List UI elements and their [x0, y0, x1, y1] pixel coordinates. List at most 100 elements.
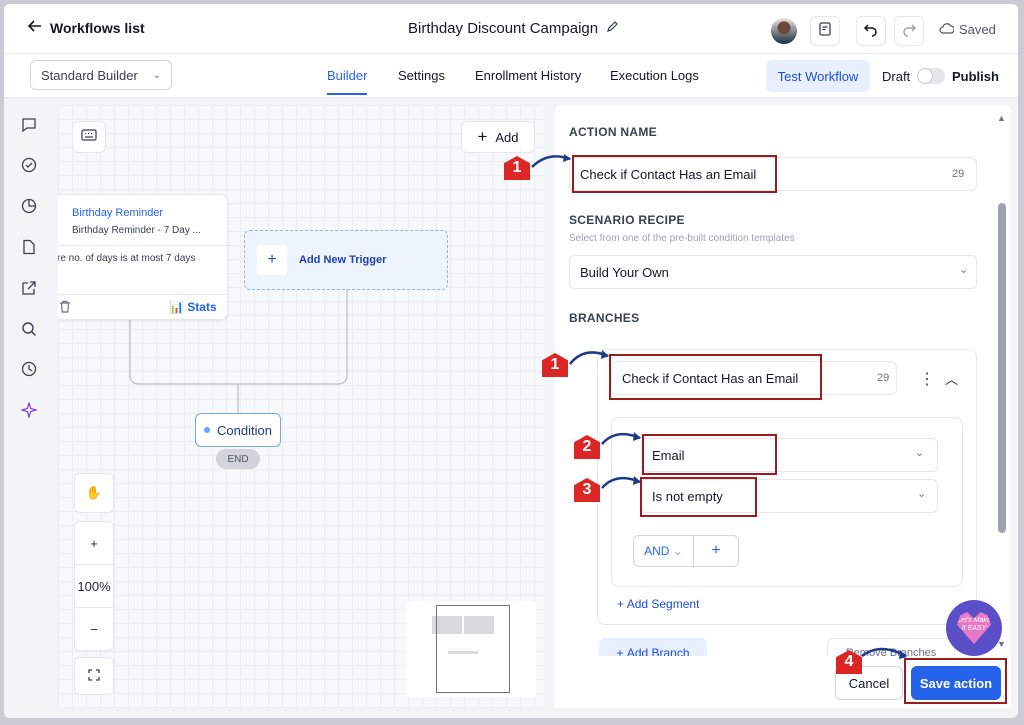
- action-name-heading: ACTION NAME: [569, 125, 657, 139]
- external-link-icon[interactable]: [20, 279, 38, 297]
- action-settings-panel: ACTION NAME Check if Contact Has an Emai…: [555, 105, 1011, 708]
- stats-link[interactable]: 📊 Stats: [169, 300, 217, 314]
- draft-label: Draft: [882, 69, 911, 84]
- pan-mode-button[interactable]: ✋: [74, 473, 114, 513]
- top-bar: Workflows list Birthday Discount Campaig…: [4, 4, 1018, 54]
- back-label: Workflows list: [50, 19, 145, 36]
- zoom-in-button[interactable]: +: [75, 522, 113, 565]
- bar-chart-icon: 📊: [169, 300, 184, 314]
- file-icon[interactable]: [20, 238, 38, 256]
- plus-icon: +: [257, 245, 287, 275]
- builder-type-value: Standard Builder: [41, 67, 138, 83]
- chevron-down-icon: ⌄: [959, 264, 969, 276]
- divider: [58, 245, 227, 246]
- arrow-left-icon: [27, 19, 42, 36]
- tab-builder[interactable]: Builder: [327, 68, 368, 95]
- trigger-card-birthday-reminder[interactable]: Birthday Reminder Birthday Reminder - 7 …: [58, 194, 228, 320]
- add-segment-link[interactable]: + Add Segment: [617, 597, 699, 611]
- scroll-up-icon[interactable]: ▲: [997, 113, 1006, 123]
- builder-type-select[interactable]: Standard Builder ⌄: [30, 60, 172, 90]
- highlight-box: [572, 155, 777, 193]
- highlight-box: [642, 434, 777, 475]
- trigger-title: Birthday Reminder: [72, 207, 164, 219]
- end-node: END: [216, 449, 260, 469]
- redo-button[interactable]: [894, 16, 924, 46]
- saved-status: Saved: [939, 22, 996, 37]
- scenario-recipe-select[interactable]: Build Your Own: [569, 255, 977, 289]
- cloud-check-icon: [939, 22, 955, 37]
- zoom-level: 100%: [75, 565, 113, 608]
- zoom-out-button[interactable]: −: [75, 608, 113, 651]
- action-name-char-count: 29: [952, 168, 965, 180]
- app-window: Workflows list Birthday Discount Campaig…: [4, 4, 1018, 718]
- avatar[interactable]: [771, 18, 797, 44]
- status-dot-icon: [204, 427, 211, 433]
- publish-toggle[interactable]: [917, 68, 945, 84]
- tab-enrollment-history[interactable]: Enrollment History: [475, 68, 581, 83]
- trigger-filter-text: re no. of days is at most 7 days: [58, 253, 196, 264]
- condition-label: Condition: [217, 422, 272, 438]
- stats-label: Stats: [187, 300, 217, 314]
- highlight-box: [640, 477, 757, 517]
- scenario-hint: Select from one of the pre-built conditi…: [569, 233, 795, 244]
- pencil-icon[interactable]: [606, 20, 619, 37]
- redo-icon: [901, 21, 917, 42]
- trash-icon[interactable]: [59, 300, 71, 316]
- comment-icon[interactable]: [20, 116, 38, 134]
- and-label: AND: [644, 544, 670, 558]
- pie-chart-icon[interactable]: [20, 197, 38, 215]
- condition-node[interactable]: Condition: [195, 413, 281, 447]
- test-workflow-button[interactable]: Test Workflow: [766, 60, 870, 92]
- arrow-icon: [569, 350, 609, 365]
- highlight-box: [609, 354, 822, 400]
- workflow-title-text: Birthday Discount Campaign: [408, 20, 599, 37]
- publish-label: Publish: [952, 69, 999, 84]
- check-circle-icon[interactable]: [20, 156, 38, 174]
- tab-settings[interactable]: Settings: [398, 68, 445, 83]
- sparkle-icon[interactable]: [20, 401, 38, 419]
- chevron-down-icon: ⌄: [672, 544, 683, 558]
- undo-button[interactable]: [856, 16, 886, 46]
- undo-icon: [863, 21, 879, 42]
- scrollbar[interactable]: [998, 203, 1006, 533]
- add-new-trigger-label: Add New Trigger: [299, 254, 387, 266]
- add-segment-label: Add Segment: [626, 597, 700, 611]
- more-vertical-icon[interactable]: ⋮: [919, 369, 935, 389]
- trigger-subtitle: Birthday Reminder - 7 Day ...: [72, 225, 201, 236]
- fit-view-button[interactable]: [74, 657, 114, 695]
- workflow-canvas[interactable]: + Add Birthday Reminder Birthday Reminde…: [58, 105, 544, 708]
- branches-heading: BRANCHES: [569, 311, 640, 325]
- scenario-value: Build Your Own: [580, 264, 669, 280]
- branch-name-char-count: 29: [877, 372, 890, 384]
- minimap-viewport[interactable]: [436, 605, 510, 693]
- logic-operator-group: AND ⌄ +: [633, 535, 739, 567]
- document-icon: [817, 21, 833, 42]
- arrow-icon: [531, 154, 571, 168]
- watermark-logo: Let's Make It EASY: [946, 600, 1002, 656]
- zoom-controls: + 100% −: [74, 521, 114, 651]
- add-condition-button[interactable]: +: [694, 542, 738, 560]
- tab-execution-logs[interactable]: Execution Logs: [610, 68, 699, 83]
- back-to-workflows-link[interactable]: Workflows list: [27, 19, 145, 36]
- add-new-trigger-card[interactable]: + Add New Trigger: [244, 230, 448, 290]
- minimap[interactable]: [406, 601, 536, 697]
- and-select[interactable]: AND ⌄: [634, 536, 694, 566]
- watermark-text: Let's Make It EASY: [957, 617, 991, 632]
- saved-label: Saved: [959, 22, 996, 37]
- arrow-icon: [861, 647, 907, 659]
- chevron-up-icon[interactable]: ︿: [945, 369, 958, 388]
- highlight-box: [904, 658, 1007, 704]
- arrow-icon: [601, 432, 641, 445]
- version-history-button[interactable]: [810, 16, 840, 46]
- chevron-down-icon: ⌄: [915, 447, 925, 459]
- scenario-recipe-heading: SCENARIO RECIPE: [569, 213, 685, 227]
- chevron-down-icon: ⌄: [152, 69, 161, 81]
- search-icon[interactable]: [20, 320, 38, 338]
- sub-bar: Standard Builder ⌄ Builder Settings Enro…: [4, 54, 1018, 98]
- history-icon[interactable]: [20, 360, 38, 378]
- workflow-title[interactable]: Birthday Discount Campaign: [408, 20, 619, 37]
- arrow-icon: [601, 476, 641, 489]
- divider: [58, 294, 227, 295]
- chevron-down-icon: ⌄: [917, 488, 927, 500]
- expand-icon: [88, 668, 100, 684]
